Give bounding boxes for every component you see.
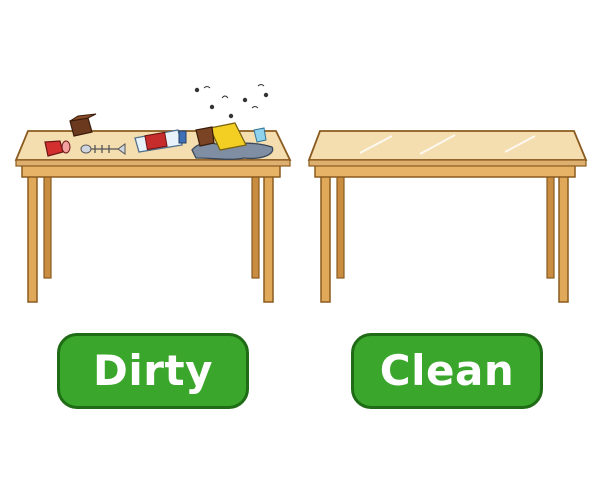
illustration-scene [14, 84, 588, 303]
dirty-label: Dirty [93, 346, 213, 395]
clean-table-icon [307, 130, 588, 303]
clean-label-badge: Clean [351, 333, 543, 409]
dirty-label-badge: Dirty [57, 333, 249, 409]
clean-label: Clean [379, 346, 515, 395]
